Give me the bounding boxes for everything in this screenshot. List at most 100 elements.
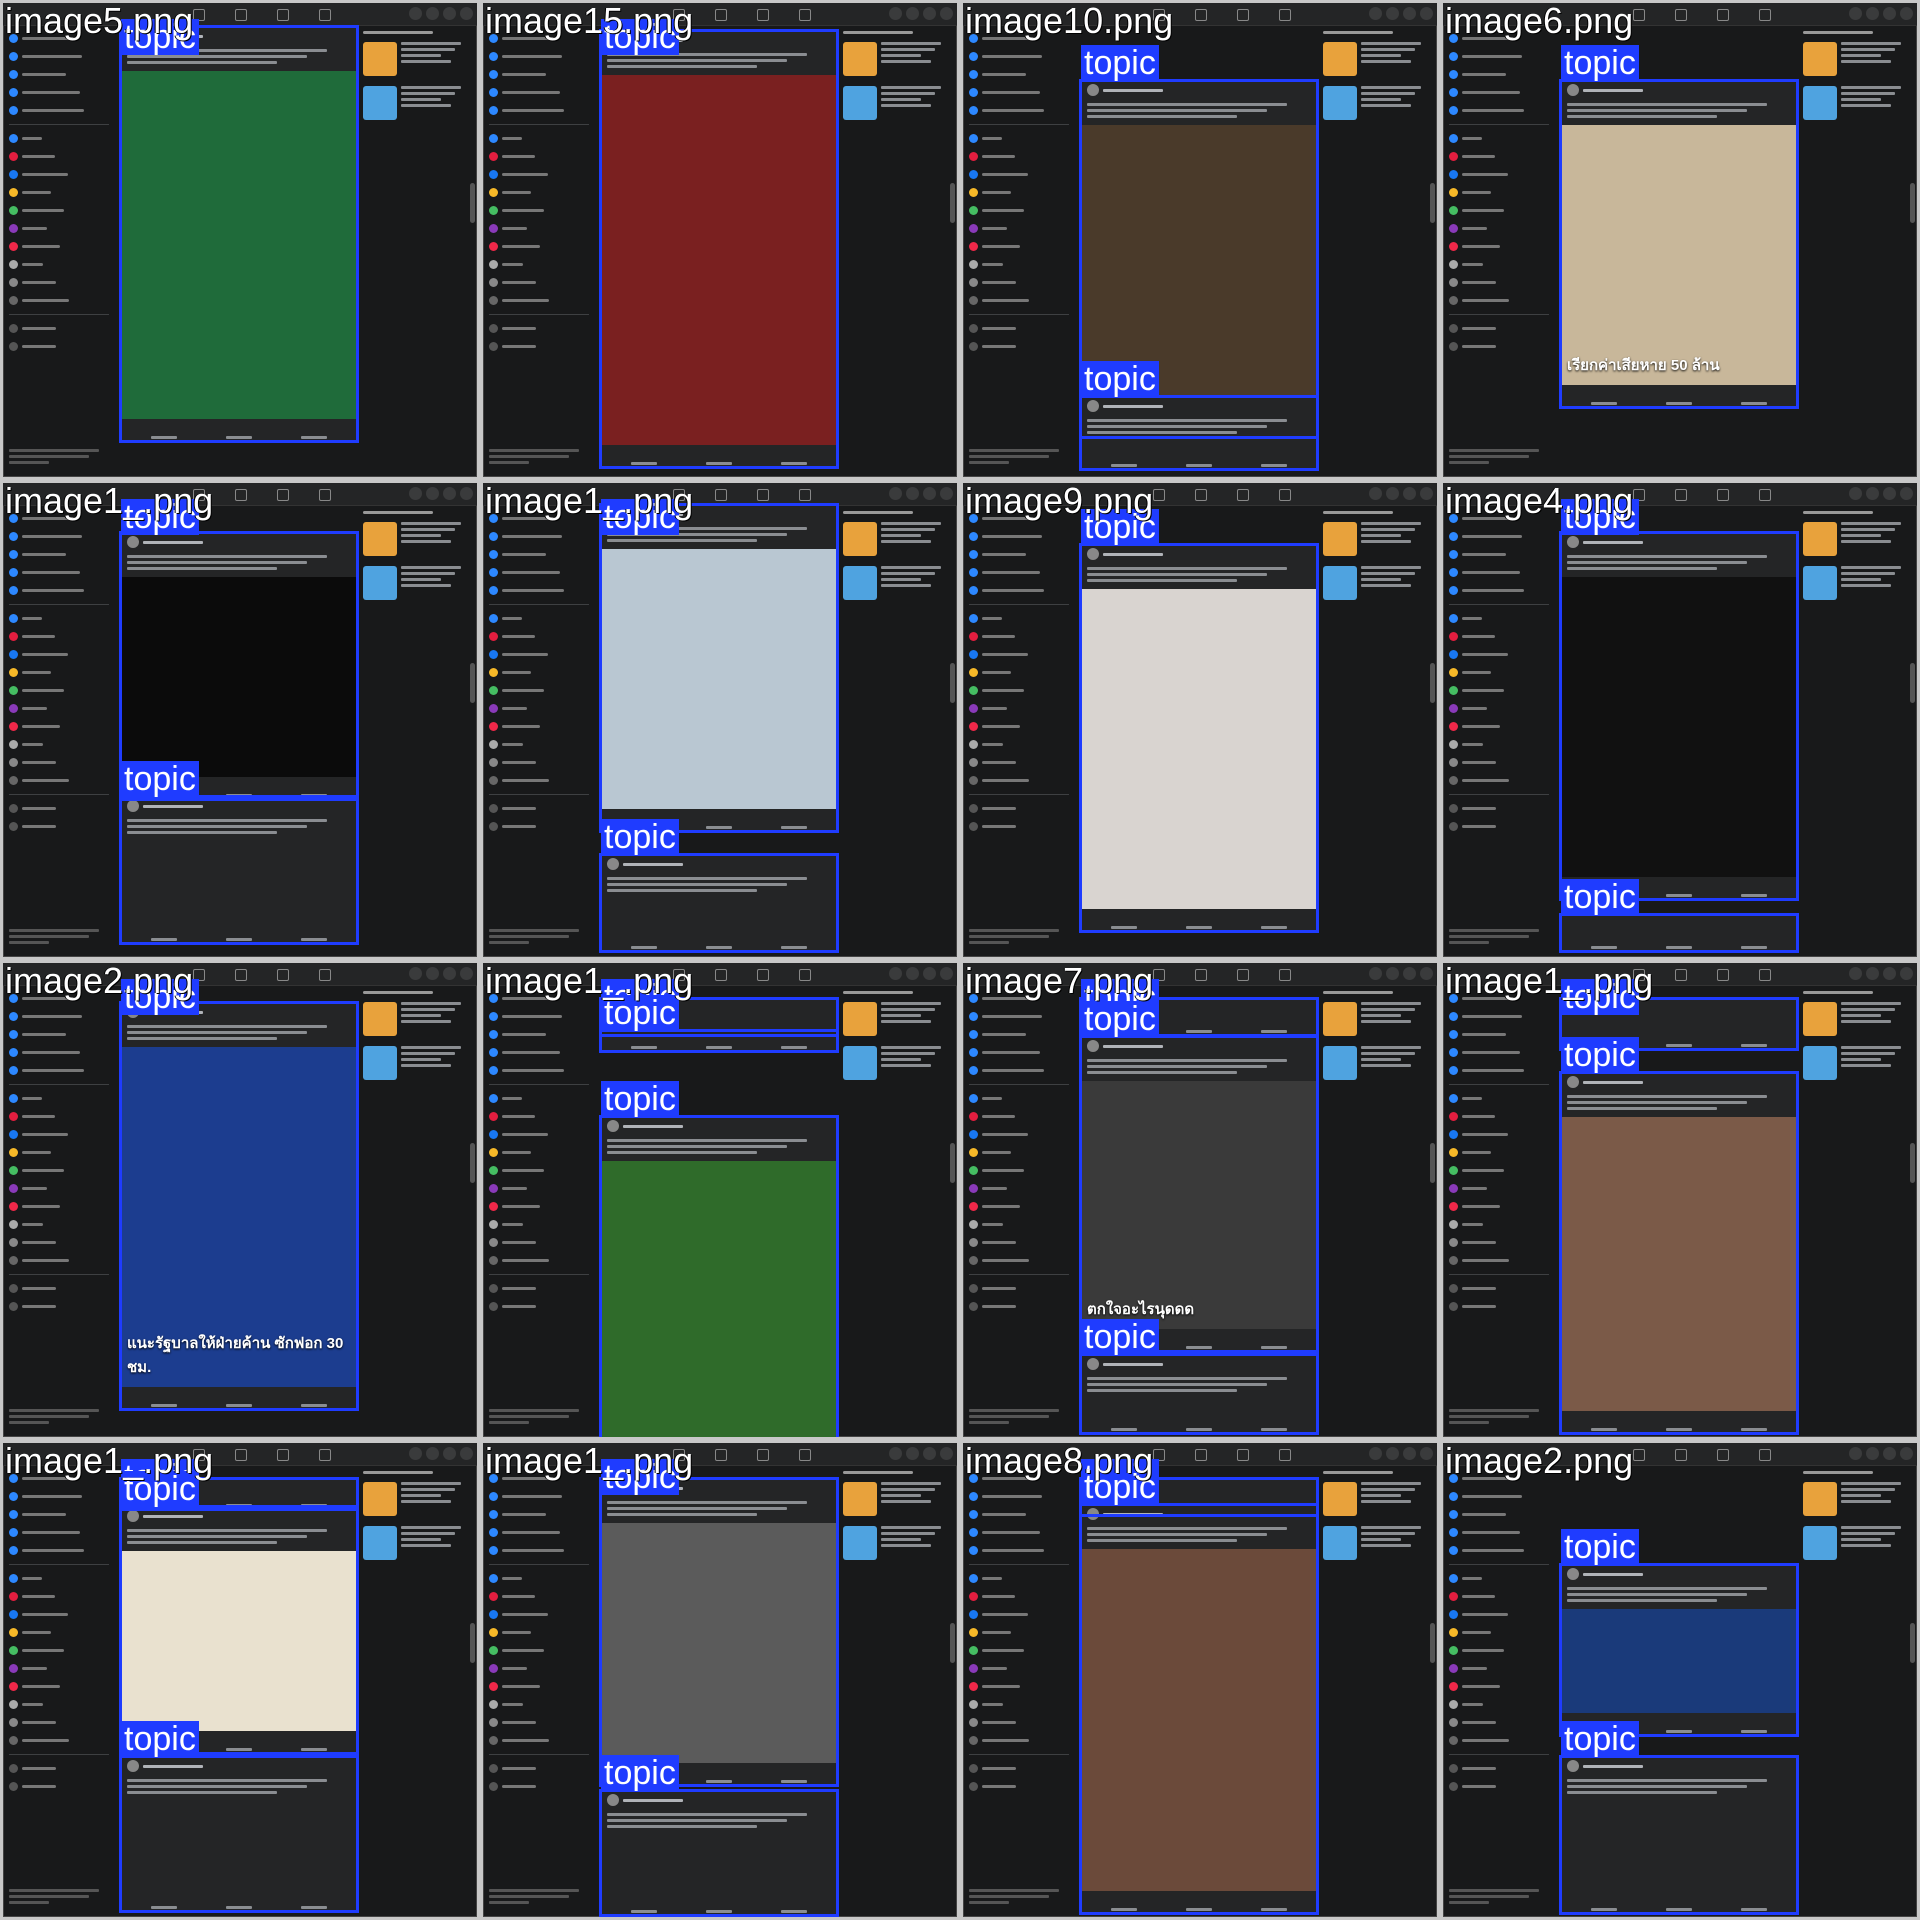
sidebar-shortcut[interactable]	[1449, 1253, 1549, 1268]
menu-icon[interactable]	[1369, 7, 1382, 20]
sidebar-shortcut[interactable]	[489, 719, 589, 734]
sidebar-shortcut[interactable]	[969, 1199, 1069, 1214]
sidebar-shortcut[interactable]	[1449, 719, 1549, 734]
sidebar-shortcut[interactable]	[969, 755, 1069, 770]
sidebar-shortcut[interactable]	[489, 1779, 589, 1794]
sidebar-shortcut[interactable]	[9, 665, 109, 680]
sidebar-shortcut[interactable]	[489, 321, 589, 336]
sidebar-shortcut[interactable]	[1449, 1779, 1549, 1794]
notifications-icon[interactable]	[1883, 487, 1896, 500]
sidebar-shortcut[interactable]	[1449, 131, 1549, 146]
nav-tab-icon[interactable]	[1279, 969, 1291, 981]
sidebar-item[interactable]	[969, 547, 1069, 562]
sidebar-shortcut[interactable]	[969, 1235, 1069, 1250]
messenger-icon[interactable]	[426, 7, 439, 20]
sidebar-item[interactable]	[1449, 547, 1549, 562]
sponsored-ad[interactable]	[843, 1002, 953, 1036]
sidebar-shortcut[interactable]	[1449, 647, 1549, 662]
sidebar-shortcut[interactable]	[489, 149, 589, 164]
nav-tab-icon[interactable]	[1717, 1449, 1729, 1461]
sidebar-shortcut[interactable]	[489, 167, 589, 182]
menu-icon[interactable]	[1369, 1447, 1382, 1460]
sidebar-shortcut[interactable]	[969, 1145, 1069, 1160]
sidebar-shortcut[interactable]	[9, 1199, 109, 1214]
nav-tab-icon[interactable]	[715, 9, 727, 21]
nav-tab-icon[interactable]	[277, 489, 289, 501]
sidebar-shortcut[interactable]	[489, 1145, 589, 1160]
sidebar-shortcut[interactable]	[9, 773, 109, 788]
sidebar-shortcut[interactable]	[969, 1281, 1069, 1296]
notifications-icon[interactable]	[443, 1447, 456, 1460]
sidebar-shortcut[interactable]	[969, 819, 1069, 834]
sidebar-shortcut[interactable]	[489, 1181, 589, 1196]
sidebar-shortcut[interactable]	[969, 629, 1069, 644]
sidebar-shortcut[interactable]	[489, 1643, 589, 1658]
sidebar-shortcut[interactable]	[1449, 1761, 1549, 1776]
sidebar-shortcut[interactable]	[489, 1299, 589, 1314]
sidebar-shortcut[interactable]	[9, 1217, 109, 1232]
menu-icon[interactable]	[409, 7, 422, 20]
sidebar-item[interactable]	[9, 1027, 109, 1042]
messenger-icon[interactable]	[426, 487, 439, 500]
sidebar-shortcut[interactable]	[9, 1163, 109, 1178]
sidebar-item[interactable]	[969, 565, 1069, 580]
messenger-icon[interactable]	[1386, 1447, 1399, 1460]
sidebar-item[interactable]	[9, 529, 109, 544]
sidebar-shortcut[interactable]	[1449, 1217, 1549, 1232]
sidebar-item[interactable]	[9, 1045, 109, 1060]
sponsored-ad[interactable]	[843, 1526, 953, 1560]
sidebar-shortcut[interactable]	[9, 293, 109, 308]
sidebar-shortcut[interactable]	[489, 1199, 589, 1214]
profile-avatar[interactable]	[460, 7, 473, 20]
sidebar-shortcut[interactable]	[9, 1733, 109, 1748]
sidebar-shortcut[interactable]	[1449, 701, 1549, 716]
sidebar-shortcut[interactable]	[969, 1679, 1069, 1694]
sponsored-ad[interactable]	[363, 1046, 473, 1080]
sidebar-shortcut[interactable]	[969, 647, 1069, 662]
sidebar-shortcut[interactable]	[969, 321, 1069, 336]
sidebar-shortcut[interactable]	[969, 737, 1069, 752]
sidebar-shortcut[interactable]	[9, 185, 109, 200]
sponsored-ad[interactable]	[1323, 86, 1433, 120]
nav-tab-icon[interactable]	[1675, 1449, 1687, 1461]
profile-avatar[interactable]	[1900, 7, 1913, 20]
sidebar-shortcut[interactable]	[489, 1661, 589, 1676]
sidebar-item[interactable]	[489, 565, 589, 580]
sidebar-shortcut[interactable]	[9, 1625, 109, 1640]
sidebar-item[interactable]	[1449, 49, 1549, 64]
sidebar-item[interactable]	[969, 529, 1069, 544]
sponsored-ad[interactable]	[843, 522, 953, 556]
nav-tab-icon[interactable]	[799, 969, 811, 981]
sidebar-item[interactable]	[489, 1045, 589, 1060]
sidebar-shortcut[interactable]	[9, 755, 109, 770]
sidebar-shortcut[interactable]	[489, 1589, 589, 1604]
sidebar-item[interactable]	[1449, 583, 1549, 598]
sidebar-item[interactable]	[969, 1063, 1069, 1078]
sidebar-item[interactable]	[969, 85, 1069, 100]
sidebar-shortcut[interactable]	[489, 257, 589, 272]
sidebar-item[interactable]	[1449, 1027, 1549, 1042]
profile-avatar[interactable]	[1420, 487, 1433, 500]
menu-icon[interactable]	[409, 967, 422, 980]
nav-tab-icon[interactable]	[1195, 1449, 1207, 1461]
sidebar-shortcut[interactable]	[9, 203, 109, 218]
sidebar-shortcut[interactable]	[9, 1281, 109, 1296]
profile-avatar[interactable]	[940, 967, 953, 980]
sidebar-item[interactable]	[489, 1063, 589, 1078]
sidebar-shortcut[interactable]	[969, 773, 1069, 788]
sidebar-shortcut[interactable]	[489, 221, 589, 236]
sponsored-ad[interactable]	[1803, 1046, 1913, 1080]
profile-avatar[interactable]	[1900, 967, 1913, 980]
sponsored-ad[interactable]	[1323, 566, 1433, 600]
sidebar-shortcut[interactable]	[969, 1163, 1069, 1178]
sidebar-shortcut[interactable]	[969, 1217, 1069, 1232]
sidebar-shortcut[interactable]	[1449, 1163, 1549, 1178]
sidebar-item[interactable]	[1449, 1489, 1549, 1504]
nav-tab-icon[interactable]	[799, 489, 811, 501]
sidebar-shortcut[interactable]	[9, 1761, 109, 1776]
nav-tab-icon[interactable]	[1237, 489, 1249, 501]
sidebar-item[interactable]	[9, 103, 109, 118]
profile-avatar[interactable]	[940, 1447, 953, 1460]
sponsored-ad[interactable]	[363, 1526, 473, 1560]
messenger-icon[interactable]	[426, 967, 439, 980]
